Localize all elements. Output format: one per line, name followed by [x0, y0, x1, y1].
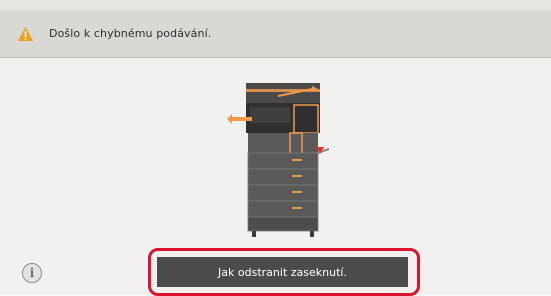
- warning-icon: [17, 26, 34, 42]
- info-icon[interactable]: i: [22, 263, 42, 283]
- error-message: Došlo k chybnému podávání.: [49, 27, 212, 40]
- info-glyph: i: [29, 266, 35, 280]
- help-button-label: Jak odstranit zaseknutí.: [218, 265, 347, 279]
- printer-paper-jam-illustration: [226, 81, 331, 241]
- status-header: Došlo k chybnému podávání.: [0, 10, 551, 58]
- jam-error-screen: Došlo k chybnému podávání. i Jak odstran…: [0, 0, 551, 296]
- how-to-clear-jam-button[interactable]: Jak odstranit zaseknutí.: [157, 257, 408, 287]
